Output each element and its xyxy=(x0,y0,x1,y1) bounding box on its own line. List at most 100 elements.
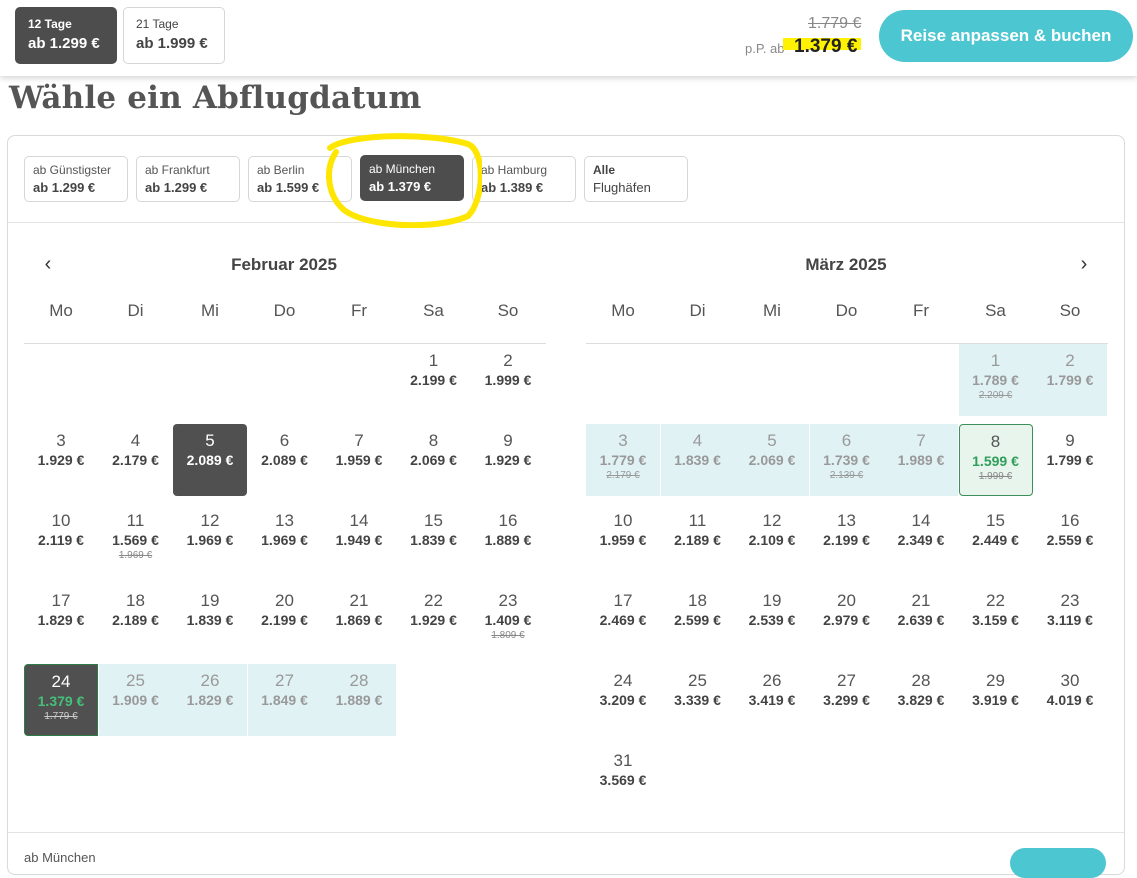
calendar-day[interactable]: 8 1.599 € 1.999 € xyxy=(958,424,1033,496)
calendar-day[interactable]: 24 1.379 € 1.779 € xyxy=(24,664,98,736)
next-month-button[interactable]: › xyxy=(1072,252,1096,276)
calendar-day[interactable]: 15 1.839 € xyxy=(397,504,471,576)
airport-frankfurt-button[interactable]: ab Frankfurt ab 1.299 € xyxy=(136,156,240,202)
calendar-day[interactable]: 16 2.559 € xyxy=(1033,504,1107,576)
calendar-day[interactable]: 3 1.779 € 2.179 € xyxy=(586,424,660,496)
calendar-day[interactable]: 19 1.839 € xyxy=(173,584,247,656)
day-number: 15 xyxy=(424,511,443,530)
calendar-day[interactable]: 4 1.839 € xyxy=(660,424,735,496)
day-price: 1.929 € xyxy=(484,452,532,468)
day-number: 14 xyxy=(911,511,931,530)
weekday-label: Di xyxy=(689,301,706,320)
calendar-day[interactable]: 9 1.929 € xyxy=(471,424,545,496)
calendar-day[interactable]: 16 1.889 € xyxy=(471,504,545,576)
calendar-day[interactable]: 23 3.119 € xyxy=(1033,584,1107,656)
day-number: 11 xyxy=(688,511,707,530)
page-title: Wähle ein Abflugdatum xyxy=(9,80,422,116)
day-price: 2.189 € xyxy=(112,612,159,628)
duration-12-days-button[interactable]: 12 Tage ab 1.299 € xyxy=(15,7,117,64)
calendar-day[interactable]: 7 1.989 € xyxy=(884,424,958,496)
day-price: 3.569 € xyxy=(599,772,647,788)
calendar-day[interactable]: 23 1.409 € 1.809 € xyxy=(471,584,545,656)
day-number: 27 xyxy=(275,671,294,690)
calendar-day[interactable]: 15 2.449 € xyxy=(959,504,1033,576)
calendar-day[interactable]: 17 1.829 € xyxy=(24,584,98,656)
calendar-day[interactable]: 31 3.569 € xyxy=(586,744,660,816)
calendar-day[interactable]: 17 2.469 € xyxy=(586,584,660,656)
day-number: 24 xyxy=(613,671,633,690)
day-number: 5 xyxy=(205,431,215,450)
calendar-day[interactable]: 6 2.089 € xyxy=(248,424,322,496)
airport-berlin-button[interactable]: ab Berlin ab 1.599 € xyxy=(248,156,352,202)
airport-all-button[interactable]: Alle Flughäfen xyxy=(584,156,688,202)
calendar-day[interactable]: 18 2.189 € xyxy=(99,584,173,656)
calendar-day[interactable]: 10 2.119 € xyxy=(24,504,98,576)
day-price: 1.409 € xyxy=(484,612,532,628)
calendar-day[interactable]: 6 1.739 € 2.139 € xyxy=(809,424,884,496)
calendar-day[interactable]: 5 2.089 € xyxy=(173,424,247,496)
calendar-day[interactable]: 11 1.569 € 1.969 € xyxy=(99,504,173,576)
month-title-february: Februar 2025 xyxy=(231,255,337,274)
calendar-day[interactable]: 20 2.199 € xyxy=(248,584,322,656)
duration-days: 21 Tage xyxy=(136,17,179,31)
calendar-day[interactable]: 5 2.069 € xyxy=(735,424,809,496)
calendar-day[interactable]: 12 2.109 € xyxy=(735,504,809,576)
calendar-day[interactable]: 1 1.789 € 2.209 € xyxy=(958,344,1033,416)
calendar-day[interactable]: 30 4.019 € xyxy=(1033,664,1107,736)
day-price: 1.969 € xyxy=(261,532,308,548)
calendar-day[interactable]: 13 1.969 € xyxy=(248,504,322,576)
calendar-day[interactable]: 13 2.199 € xyxy=(810,504,884,576)
calendar-day[interactable]: 29 3.919 € xyxy=(959,664,1033,736)
calendar-day[interactable]: 9 1.799 € xyxy=(1033,424,1107,496)
calendar-day[interactable]: 25 1.909 € xyxy=(98,664,173,736)
calendar-day[interactable]: 1 2.199 € xyxy=(397,344,471,416)
calendar-day[interactable]: 14 1.949 € xyxy=(322,504,396,576)
calendar-day[interactable]: 2 1.799 € xyxy=(1033,344,1107,416)
calendar-day[interactable]: 3 1.929 € xyxy=(24,424,98,496)
calendar-day[interactable]: 11 2.189 € xyxy=(661,504,735,576)
calendar-day[interactable]: 8 2.069 € xyxy=(397,424,471,496)
calendar-day[interactable]: 26 1.829 € xyxy=(173,664,247,736)
day-price: 2.599 € xyxy=(674,612,721,628)
calendar-day[interactable]: 28 3.829 € xyxy=(884,664,958,736)
calendar-day[interactable]: 27 1.849 € xyxy=(247,664,322,736)
calendar-day[interactable]: 22 1.929 € xyxy=(397,584,471,656)
day-number: 5 xyxy=(767,431,777,450)
day-number: 3 xyxy=(56,431,66,450)
footer-button[interactable] xyxy=(1010,848,1106,878)
day-number: 23 xyxy=(1060,591,1080,610)
calendar-day[interactable]: 26 3.419 € xyxy=(735,664,809,736)
calendar-day[interactable]: 12 1.969 € xyxy=(173,504,247,576)
calendar-day[interactable]: 28 1.889 € xyxy=(322,664,396,736)
calendar-day[interactable]: 21 1.869 € xyxy=(322,584,396,656)
calendar-day[interactable]: 10 1.959 € xyxy=(586,504,660,576)
calendar-day[interactable]: 14 2.349 € xyxy=(884,504,958,576)
day-number: 26 xyxy=(762,671,782,690)
calendar-day[interactable]: 18 2.599 € xyxy=(661,584,735,656)
day-price: 1.829 € xyxy=(37,612,85,628)
calendar-day[interactable]: 2 1.999 € xyxy=(471,344,545,416)
calendar-day[interactable]: 19 2.539 € xyxy=(735,584,809,656)
airport-cheapest-button[interactable]: ab Günstigster ab 1.299 € xyxy=(24,156,128,202)
day-old-price: 2.179 € xyxy=(606,470,640,481)
weekday-label: Do xyxy=(835,301,858,320)
day-price: 1.969 € xyxy=(186,532,234,548)
book-button[interactable]: Reise anpassen & buchen xyxy=(879,10,1133,62)
day-price: 2.089 € xyxy=(186,452,234,468)
weekday-label: Di xyxy=(127,301,144,320)
calendar-day[interactable]: 27 3.299 € xyxy=(810,664,884,736)
calendar-day[interactable]: 25 3.339 € xyxy=(661,664,735,736)
calendar-day[interactable]: 4 2.179 € xyxy=(99,424,173,496)
day-number: 4 xyxy=(692,431,703,450)
day-price: 3.159 € xyxy=(972,612,1019,628)
airport-munich-button[interactable]: ab München ab 1.379 € xyxy=(360,155,464,201)
calendar-day[interactable]: 24 3.209 € xyxy=(586,664,660,736)
airport-hamburg-button[interactable]: ab Hamburg ab 1.389 € xyxy=(472,156,576,202)
calendar-day[interactable]: 22 3.159 € xyxy=(959,584,1033,656)
prev-month-button[interactable]: ‹ xyxy=(36,252,60,276)
calendar-day[interactable]: 21 2.639 € xyxy=(884,584,958,656)
calendar-day[interactable]: 7 1.959 € xyxy=(322,424,396,496)
weekday-label: Fr xyxy=(912,301,930,320)
duration-21-days-button[interactable]: 21 Tage ab 1.999 € xyxy=(123,7,225,64)
calendar-day[interactable]: 20 2.979 € xyxy=(810,584,884,656)
